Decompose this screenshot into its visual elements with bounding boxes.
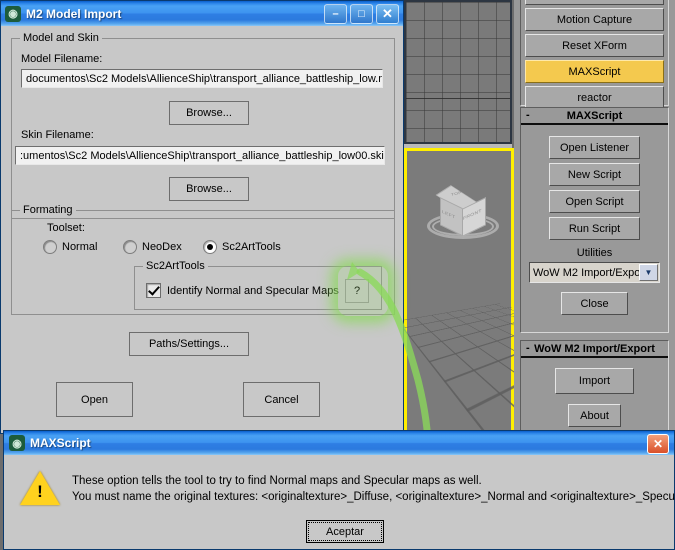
radio-normal[interactable]: Normal (43, 240, 97, 254)
warning-triangle-icon (20, 471, 60, 505)
checkbox-identify-maps[interactable]: Identify Normal and Specular Maps (146, 283, 339, 298)
messagebox-line-2: You must name the original textures: <or… (72, 491, 675, 503)
button-open-script[interactable]: Open Script (549, 190, 640, 213)
skin-filename-input[interactable]: :umentos\Sc2 Models\AllienceShip\transpo… (15, 146, 385, 165)
toolset-label: Toolset: (47, 222, 85, 234)
rollout-maxscript-title: MAXScript (566, 109, 623, 122)
app-icon: ◉ (5, 5, 21, 22)
rollout-collapse-icon-wow[interactable]: - (526, 342, 530, 354)
viewport-perspective[interactable]: TOP LEFT FRONT (397, 148, 675, 524)
rollout-wow-m2: - WoW M2 Import/Export Import About (520, 340, 669, 455)
skin-filename-label: Skin Filename: (21, 129, 94, 141)
m2-model-import-dialog: ◉ M2 Model Import – □ ✕ Model and Skin M… (0, 0, 404, 434)
checkbox-identify-maps-label: Identify Normal and Specular Maps (167, 284, 339, 297)
viewport-grid-major-line (406, 98, 510, 99)
rollout-collapse-icon[interactable]: - (526, 109, 530, 121)
dialog-title: M2 Model Import (26, 6, 122, 21)
utilities-label: Utilities (576, 247, 613, 259)
button-new-script[interactable]: New Script (549, 163, 640, 186)
utility-button-motion-capture[interactable]: Motion Capture (525, 8, 664, 31)
maximize-button[interactable]: □ (350, 4, 373, 24)
open-button[interactable]: Open (56, 382, 133, 417)
window-buttons: – □ ✕ (324, 4, 399, 24)
radio-neodex[interactable]: NeoDex (123, 240, 182, 254)
rollout-maxscript-header[interactable]: - MAXScript (521, 108, 668, 125)
utility-button-maxscript[interactable]: MAXScript (525, 60, 664, 83)
radio-normal-label: Normal (62, 241, 98, 253)
paths-settings-button[interactable]: Paths/Settings... (129, 332, 249, 356)
radio-normal-dot[interactable] (43, 240, 57, 254)
viewcube[interactable]: TOP LEFT FRONT (427, 179, 499, 245)
accept-button[interactable]: Aceptar (306, 520, 384, 543)
utilities-dropdown[interactable]: WoW M2 Import/Expo ▼ (529, 262, 660, 283)
button-about[interactable]: About (568, 404, 621, 427)
button-import[interactable]: Import (555, 368, 634, 394)
utility-button-reset-xform[interactable]: Reset XForm (525, 34, 664, 57)
checkbox-identify-maps-box[interactable] (146, 283, 161, 298)
utility-button-reactor[interactable]: reactor (525, 86, 664, 109)
rollout-maxscript: - MAXScript Open Listener New Script Ope… (520, 107, 669, 333)
skin-browse-button[interactable]: Browse... (169, 177, 249, 201)
model-browse-button[interactable]: Browse... (169, 101, 249, 125)
rollout-wow-title: WoW M2 Import/Export (534, 342, 655, 355)
radio-sc2arttools[interactable]: Sc2ArtTools (203, 240, 281, 254)
model-filename-input[interactable]: documentos\Sc2 Models\AllienceShip\trans… (21, 69, 383, 88)
viewport-grid (406, 2, 510, 142)
messagebox-titlebar[interactable]: ◉ MAXScript ✕ (4, 431, 674, 455)
radio-neodex-dot[interactable] (123, 240, 137, 254)
messagebox-close-button[interactable]: ✕ (647, 434, 669, 454)
close-button[interactable]: ✕ (376, 4, 399, 24)
app-icon-messagebox: ◉ (9, 435, 25, 451)
dialog-body: Model and Skin Model Filename: documento… (1, 26, 403, 433)
utilities-dropdown-value: WoW M2 Import/Expo (533, 266, 641, 279)
group-model-and-skin-legend: Model and Skin (23, 32, 99, 44)
minimize-button[interactable]: – (324, 4, 347, 24)
radio-sc2arttools-label: Sc2ArtTools (222, 241, 281, 253)
button-close-utility[interactable]: Close (561, 292, 628, 315)
group-formatting-legend: Formating (23, 204, 73, 216)
annotation-highlight-glow (338, 266, 388, 316)
rollout-utilities: Motion Capture Reset XForm MAXScript rea… (520, 0, 669, 109)
radio-neodex-label: NeoDex (142, 241, 182, 253)
radio-sc2arttools-dot[interactable] (203, 240, 217, 254)
utility-button-partial[interactable] (525, 0, 664, 5)
rollout-wow-header[interactable]: - WoW M2 Import/Export (521, 341, 668, 358)
dialog-titlebar[interactable]: ◉ M2 Model Import – □ ✕ (1, 1, 403, 26)
button-open-listener[interactable]: Open Listener (549, 136, 640, 159)
chevron-down-icon[interactable]: ▼ (639, 264, 658, 281)
maxscript-message-dialog: ◉ MAXScript ✕ These option tells the too… (3, 430, 675, 550)
messagebox-line-1: These option tells the tool to try to fi… (72, 475, 482, 487)
button-run-script[interactable]: Run Script (549, 217, 640, 240)
group-sc2arttools-legend: Sc2ArtTools (146, 260, 205, 272)
messagebox-title: MAXScript (30, 436, 91, 450)
viewport-top[interactable] (404, 0, 512, 144)
model-filename-label: Model Filename: (21, 53, 103, 65)
cancel-button[interactable]: Cancel (243, 382, 320, 417)
